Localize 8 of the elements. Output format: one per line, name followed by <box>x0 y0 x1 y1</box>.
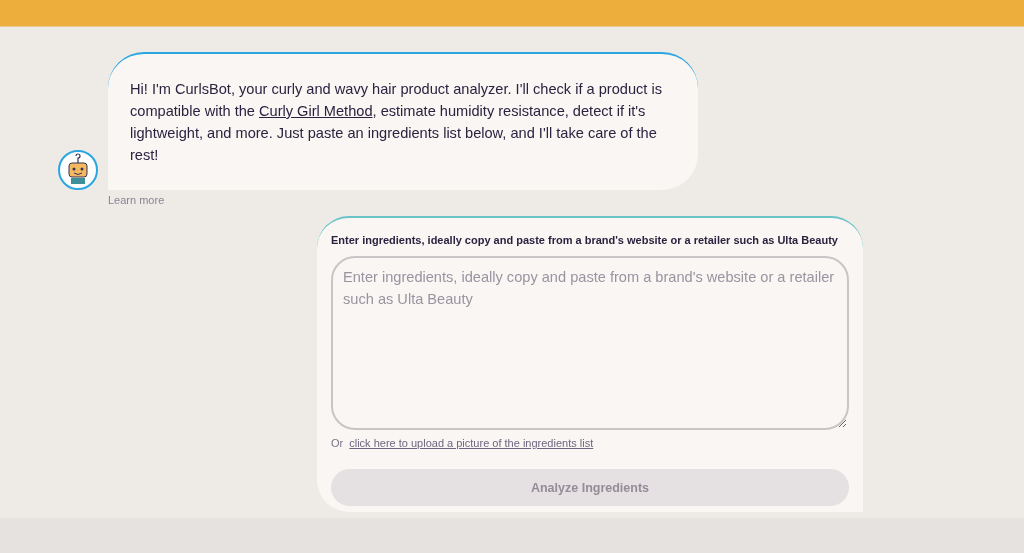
ingredients-label: Enter ingredients, ideally copy and paste from a brand's website or a retailer such as Ulta Beauty <box>331 234 839 246</box>
bot-message: Hi! I'm CurlsBot, your curly and wavy hair product analyzer. I'll check if a product is compatible with the Curly Girl Method, estimate humidity resistance, detect if it's lightweight, and more. Just paste an ingredients list below, and I'll take care of the rest! <box>108 52 698 190</box>
learn-more-link[interactable]: Learn more <box>108 194 165 206</box>
ingredients-input-field[interactable]: Enter ingredients, ideally copy and paste from a brand's website or a retailer such as Ulta Beauty <box>331 256 849 430</box>
or-text: Or <box>331 437 344 449</box>
curly-girl-method-link[interactable]: Curly Girl Method <box>259 103 373 119</box>
robot-avatar-icon <box>58 150 98 190</box>
upload-picture-link[interactable]: click here to upload a picture of the ingredients list <box>349 437 594 449</box>
